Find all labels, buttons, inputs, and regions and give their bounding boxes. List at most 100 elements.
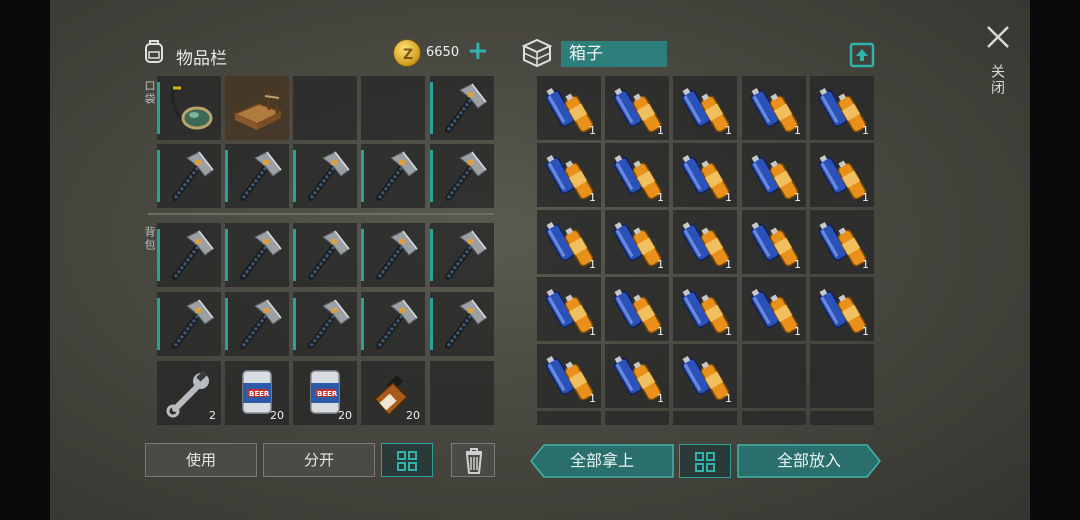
inventory-slot[interactable] [430,223,494,287]
item-quantity: 1 [725,392,732,405]
inventory-slot[interactable] [293,223,357,287]
inventory-slot[interactable] [430,292,494,356]
inventory-slot[interactable] [225,144,289,208]
inventory-slot[interactable]: 1 [673,210,737,274]
coin-balance: 6650 [426,45,460,60]
inventory-slot[interactable]: 1 [742,76,806,140]
item-quantity: 1 [862,325,869,338]
inventory-slot[interactable]: 1 [673,277,737,341]
inventory-slot[interactable] [430,76,494,140]
item-quantity: 1 [589,258,596,271]
put-all-label: 全部放入 [776,451,841,470]
inventory-slot[interactable] [225,76,289,140]
inventory-slot[interactable] [225,292,289,356]
inventory-slot[interactable]: 1 [673,344,737,408]
inventory-slot[interactable]: 1 [810,210,874,274]
plus-icon[interactable]: + [467,36,489,66]
upload-icon[interactable] [849,40,875,68]
item-quantity: 1 [794,124,801,137]
item-quantity: 1 [589,191,596,204]
item-quantity: 1 [589,392,596,405]
close-label[interactable]: 关闭 [987,64,1007,96]
trash-button[interactable] [451,443,495,477]
item-quantity: 1 [794,325,801,338]
right-letterbox [1030,0,1080,520]
empty-slot[interactable] [810,344,874,408]
inventory-slot[interactable] [293,292,357,356]
use-button[interactable]: 使用 [145,443,257,477]
inventory-slot[interactable] [430,144,494,208]
inventory-slot[interactable]: 1 [810,143,874,207]
inventory-slot[interactable]: 1 [537,344,601,408]
inventory-slot[interactable]: 1 [742,143,806,207]
left-letterbox [0,0,50,520]
grid-icon [695,452,715,472]
empty-slot[interactable] [430,361,494,425]
item-quantity: 1 [589,325,596,338]
inventory-slot[interactable]: 20 [361,361,425,425]
svg-text:Z: Z [403,47,413,63]
empty-slot[interactable] [810,411,874,425]
inventory-slot[interactable]: 2 [157,361,221,425]
inventory-slot[interactable] [361,223,425,287]
box-icon [521,38,553,68]
item-quantity: 1 [657,392,664,405]
inventory-slot[interactable]: 1 [742,277,806,341]
sort-inventory-button[interactable] [381,443,433,477]
inventory-slot[interactable]: 1 [605,277,669,341]
item-quantity: 1 [657,191,664,204]
empty-slot[interactable] [361,76,425,140]
inventory-slot[interactable] [157,144,221,208]
inventory-slot[interactable]: BEER 20 [225,361,289,425]
inventory-slot[interactable]: 1 [537,277,601,341]
inventory-slot[interactable]: 1 [605,210,669,274]
section-divider [148,213,494,215]
empty-slot[interactable] [742,344,806,408]
item-quantity: 1 [862,191,869,204]
close-icon[interactable] [985,24,1011,50]
inventory-slot[interactable] [293,144,357,208]
inventory-slot[interactable]: 1 [605,76,669,140]
inventory-slot[interactable]: 1 [673,143,737,207]
sort-container-button[interactable] [679,444,731,478]
inventory-slot[interactable] [361,144,425,208]
container-title: 箱子 [561,41,667,67]
inventory-slot[interactable] [157,223,221,287]
item-quantity: 20 [406,409,420,422]
inventory-slot[interactable]: 1 [673,76,737,140]
item-quantity: 20 [338,409,352,422]
inventory-slot[interactable]: 1 [605,143,669,207]
empty-slot[interactable] [742,411,806,425]
inventory-slot[interactable] [225,223,289,287]
pocket-label: 口袋 [143,80,156,106]
inventory-slot[interactable]: 1 [537,210,601,274]
inventory-slot[interactable] [157,292,221,356]
inventory-slot[interactable]: 1 [605,344,669,408]
item-quantity: 1 [794,191,801,204]
empty-slot[interactable] [605,411,669,425]
inventory-slot[interactable]: BEER 20 [293,361,357,425]
item-quantity: 1 [657,325,664,338]
item-quantity: 1 [589,124,596,137]
empty-slot[interactable] [537,411,601,425]
inventory-slot[interactable]: 1 [537,143,601,207]
inventory-slot[interactable] [157,76,221,140]
empty-slot[interactable] [673,411,737,425]
inventory-slot[interactable]: 1 [742,210,806,274]
put-all-button[interactable]: 全部放入 [737,444,881,478]
split-button[interactable]: 分开 [263,443,375,477]
grid-icon [397,451,417,471]
inventory-slot[interactable]: 1 [810,277,874,341]
inventory-slot[interactable] [361,292,425,356]
item-quantity: 1 [862,124,869,137]
inventory-title: 物品栏 [176,49,227,69]
empty-slot[interactable] [293,76,357,140]
take-all-button[interactable]: 全部拿上 [530,444,674,478]
coin-icon: Z [393,39,421,67]
inventory-slot[interactable]: 1 [537,76,601,140]
item-quantity: 1 [794,258,801,271]
inventory-slot[interactable]: 1 [810,76,874,140]
take-all-label: 全部拿上 [569,451,634,470]
item-quantity: 2 [209,409,216,422]
backpack-label: 背包 [143,226,156,252]
